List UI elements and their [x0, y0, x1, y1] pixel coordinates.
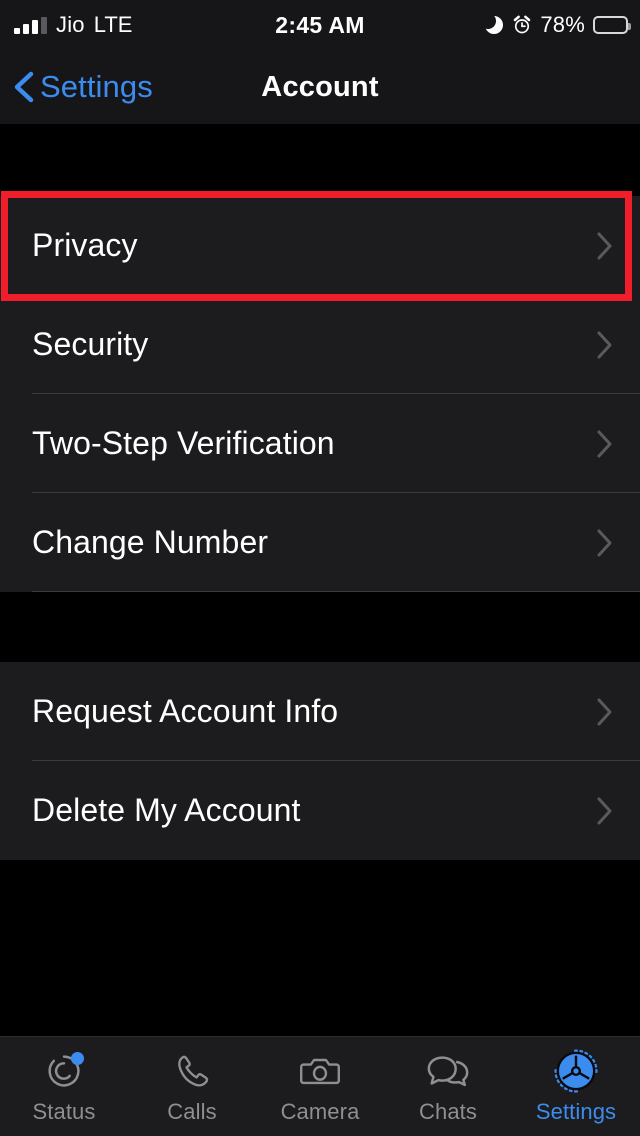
row-divider: [32, 591, 640, 592]
chevron-right-icon: [594, 329, 614, 361]
status-bar: Jio LTE 2:45 AM 78%: [0, 0, 640, 50]
list-item-request-account-info[interactable]: Request Account Info: [0, 662, 640, 761]
list-item-security[interactable]: Security: [0, 295, 640, 394]
alarm-clock-icon: [512, 15, 532, 35]
list-item-label: Change Number: [32, 524, 269, 560]
tab-label: Chats: [419, 1099, 477, 1124]
camera-icon: [294, 1047, 346, 1095]
list-item-two-step-verification[interactable]: Two-Step Verification: [0, 394, 640, 493]
list-item-label: Security: [32, 326, 149, 362]
settings-group-data: Request Account Info Delete My Account: [0, 662, 640, 860]
list-item-privacy[interactable]: Privacy: [0, 196, 640, 295]
settings-group-account: Privacy Security Two-Step Verification C…: [0, 191, 640, 592]
battery-icon: [593, 16, 631, 34]
row-privacy-wrapper: Privacy: [0, 191, 640, 301]
list-item-delete-my-account[interactable]: Delete My Account: [0, 761, 640, 860]
page-title: Account: [261, 70, 379, 103]
tab-label: Camera: [280, 1099, 360, 1124]
status-bar-right: 78%: [485, 12, 631, 38]
list-item-label: Two-Step Verification: [32, 425, 335, 461]
list-item-label: Delete My Account: [32, 792, 301, 828]
status-rings-icon: [38, 1047, 90, 1095]
list-item-change-number[interactable]: Change Number: [0, 493, 640, 592]
list-item-label: Request Account Info: [32, 693, 339, 729]
settings-list: Privacy Security Two-Step Verification C…: [0, 124, 640, 1036]
tab-label: Status: [32, 1099, 96, 1124]
chevron-right-icon: [594, 428, 614, 460]
tab-bar: Status Calls Camera Chats Settings: [0, 1036, 640, 1136]
tab-status[interactable]: Status: [0, 1047, 128, 1125]
tab-label: Calls: [167, 1099, 217, 1124]
chat-bubbles-icon: [422, 1047, 474, 1095]
chevron-right-icon: [594, 696, 614, 728]
chevron-right-icon: [594, 230, 614, 262]
status-badge-dot: [71, 1052, 84, 1065]
group-spacer: [0, 592, 640, 662]
list-item-label: Privacy: [32, 227, 138, 263]
chevron-right-icon: [594, 795, 614, 827]
battery-percent-label: 78%: [540, 12, 585, 37]
list-top-spacer: [0, 124, 640, 196]
tab-calls[interactable]: Calls: [128, 1047, 256, 1125]
phone-screen: Jio LTE 2:45 AM 78% Settings Account Pri…: [0, 0, 640, 1136]
chevron-right-icon: [594, 527, 614, 559]
navigation-bar: Settings Account: [0, 50, 640, 124]
gear-icon: [550, 1047, 602, 1095]
phone-icon: [166, 1047, 218, 1095]
tab-chats[interactable]: Chats: [384, 1047, 512, 1125]
tab-label: Settings: [535, 1099, 617, 1124]
tab-settings[interactable]: Settings: [512, 1047, 640, 1125]
moon-icon: [485, 15, 504, 35]
tab-camera[interactable]: Camera: [256, 1047, 384, 1125]
